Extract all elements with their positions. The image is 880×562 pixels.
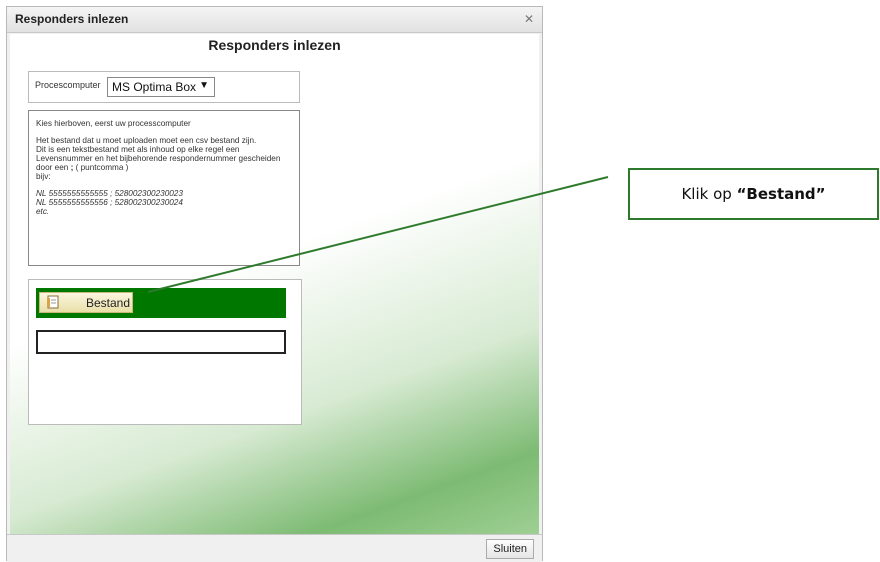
callout-text: Klik op bbox=[681, 185, 737, 203]
annotation-callout: Klik op “Bestand” bbox=[628, 168, 879, 220]
annotation-connector bbox=[147, 176, 609, 293]
callout-bold-text: “Bestand” bbox=[736, 185, 826, 203]
connector-line bbox=[147, 176, 609, 293]
